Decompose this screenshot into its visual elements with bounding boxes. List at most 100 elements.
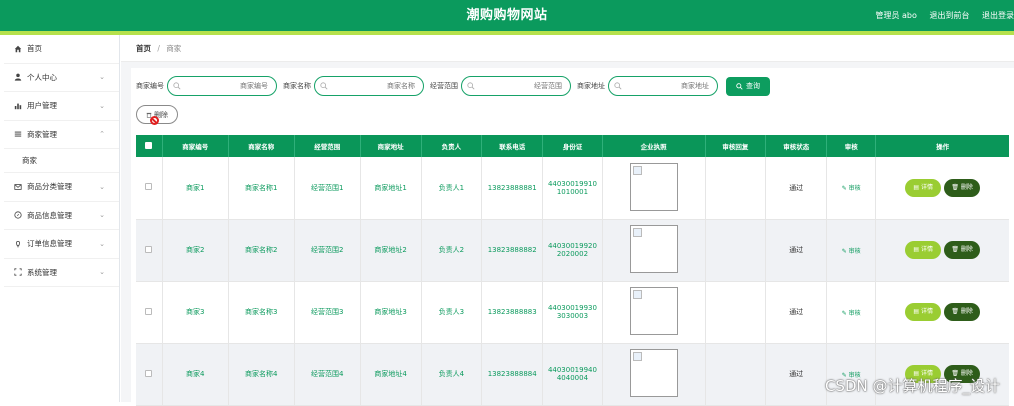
cell-owner: 负责人2 (421, 219, 482, 281)
chevron-down-icon: ⌄ (99, 73, 105, 81)
license-image[interactable] (630, 349, 678, 397)
license-image[interactable] (630, 225, 678, 273)
home-icon (14, 45, 22, 53)
search-input-address-wrapper (608, 76, 718, 96)
top-header: 潮购购物网站 管理员 abo 退出到前台 退出登录 (0, 0, 1014, 31)
merchant-panel: 商家编号 商家名称 经营范围 商家地址 查询 (131, 68, 1014, 402)
cell-scope: 经营范围4 (294, 343, 360, 405)
csdn-watermark: CSDN @计算机程序_设计 (825, 375, 1000, 396)
detail-button[interactable]: ▤ 详情 (905, 303, 941, 321)
row-checkbox[interactable] (136, 281, 162, 343)
cell-owner: 负责人4 (421, 343, 482, 405)
search-label-name: 商家名称 (283, 81, 311, 91)
search-button[interactable]: 查询 (726, 77, 770, 96)
search-icon (320, 82, 328, 90)
sidebar-item-category[interactable]: 商品分类管理 ⌄ (4, 173, 119, 202)
cell-actions: ▤ 详情🗑 删除 (876, 281, 1009, 343)
cell-owner: 负责人3 (421, 281, 482, 343)
cell-license (602, 157, 705, 219)
to-front-link[interactable]: 退出到前台 (929, 11, 969, 20)
table-header-row: 商家编号 商家名称 经营范围 商家地址 负责人 联系电话 身份证 企业执照 审核… (136, 135, 1009, 157)
delete-label: 删除 (961, 184, 973, 191)
cell-actions: ▤ 详情🗑 删除 (876, 157, 1009, 219)
cell-status: 通过 (766, 157, 827, 219)
row-checkbox[interactable] (136, 157, 162, 219)
sidebar-item-orders[interactable]: 订单信息管理 ⌄ (4, 230, 119, 259)
search-input-name-wrapper (314, 76, 424, 96)
cell-scope: 经营范围2 (294, 219, 360, 281)
col-header: 负责人 (421, 135, 482, 157)
detail-button[interactable]: ▤ 详情 (905, 179, 941, 197)
cell-status: 通过 (766, 219, 827, 281)
search-input-name[interactable] (329, 79, 415, 93)
search-icon (736, 83, 743, 90)
delete-button[interactable]: 🗑 删除 (944, 303, 980, 321)
search-input-address[interactable] (623, 79, 709, 93)
admin-label: 管理员 abo (875, 11, 916, 20)
sidebar-item-system[interactable]: 系统管理 ⌄ (4, 259, 119, 288)
bulb-icon (14, 240, 22, 248)
cell-idcard: 440300199202020002 (543, 219, 603, 281)
cell-license (602, 281, 705, 343)
cell-reply (705, 281, 766, 343)
cell-reply (705, 157, 766, 219)
audit-label: 审核 (849, 248, 861, 255)
sidebar-item-products[interactable]: 商品信息管理 ⌄ (4, 202, 119, 231)
sidebar-item-profile[interactable]: 个人中心 ⌄ (4, 64, 119, 93)
breadcrumb-current: 商家 (166, 44, 181, 53)
detail-button[interactable]: ▤ 详情 (905, 241, 941, 259)
sidebar-item-home[interactable]: 首页 (4, 35, 119, 64)
search-input-scope[interactable] (476, 79, 562, 93)
not-allowed-cursor-icon (150, 116, 159, 125)
search-icon (173, 82, 181, 90)
delete-button[interactable]: 🗑 删除 (944, 179, 980, 197)
row-checkbox[interactable] (136, 343, 162, 405)
chevron-down-icon: ⌄ (99, 240, 105, 248)
audit-link[interactable]: ✎ 审核 (842, 185, 861, 192)
logout-link[interactable]: 退出登录 (982, 11, 1014, 20)
col-header: 身份证 (543, 135, 603, 157)
chevron-down-icon: ⌄ (99, 183, 105, 191)
cell-status: 通过 (766, 281, 827, 343)
row-checkbox[interactable] (136, 219, 162, 281)
cell-id: 商家4 (162, 343, 228, 405)
cell-license (602, 343, 705, 405)
breadcrumb-separator: / (157, 44, 160, 53)
header-links: 管理员 abo 退出到前台 退出登录 (875, 0, 1014, 31)
sidebar-item-label: 商品信息管理 (27, 210, 72, 221)
cell-name: 商家名称2 (228, 219, 294, 281)
cell-owner: 负责人1 (421, 157, 482, 219)
sidebar-item-merchants[interactable]: 商家管理 ⌃ (4, 121, 119, 150)
search-label-scope: 经营范围 (430, 81, 458, 91)
delete-button[interactable]: 🗑 删除 (944, 241, 980, 259)
cell-id: 商家3 (162, 281, 228, 343)
col-header: 商家编号 (162, 135, 228, 157)
col-header: 审核状态 (766, 135, 827, 157)
cell-audit: ✎ 审核 (827, 157, 876, 219)
col-header: 经营范围 (294, 135, 360, 157)
breadcrumb-home[interactable]: 首页 (136, 44, 151, 53)
sidebar-item-users[interactable]: 用户管理 ⌄ (4, 92, 119, 121)
sidebar-item-label: 系统管理 (27, 267, 57, 278)
audit-label: 审核 (849, 310, 861, 317)
chevron-down-icon: ⌄ (99, 211, 105, 219)
detail-label: 详情 (921, 184, 933, 191)
license-image[interactable] (630, 287, 678, 335)
search-label-id: 商家编号 (136, 81, 164, 91)
audit-link[interactable]: ✎ 审核 (842, 248, 861, 255)
cell-actions: ▤ 详情🗑 删除 (876, 219, 1009, 281)
delete-label: 删除 (961, 308, 973, 315)
cell-idcard: 440300199404040004 (543, 343, 603, 405)
expand-icon (14, 268, 22, 276)
cell-audit: ✎ 审核 (827, 219, 876, 281)
sidebar-subitem-merchant[interactable]: 商家 (4, 149, 119, 173)
cell-address: 商家地址3 (360, 281, 421, 343)
col-header: 审核 (827, 135, 876, 157)
col-header: 商家地址 (360, 135, 421, 157)
search-input-id[interactable] (182, 79, 268, 93)
select-all-checkbox[interactable] (136, 135, 162, 157)
license-image[interactable] (630, 163, 678, 211)
table-row: 商家3 商家名称3 经营范围3 商家地址3 负责人3 13823888883 4… (136, 281, 1009, 343)
audit-link[interactable]: ✎ 审核 (842, 310, 861, 317)
chevron-down-icon: ⌄ (99, 102, 105, 110)
